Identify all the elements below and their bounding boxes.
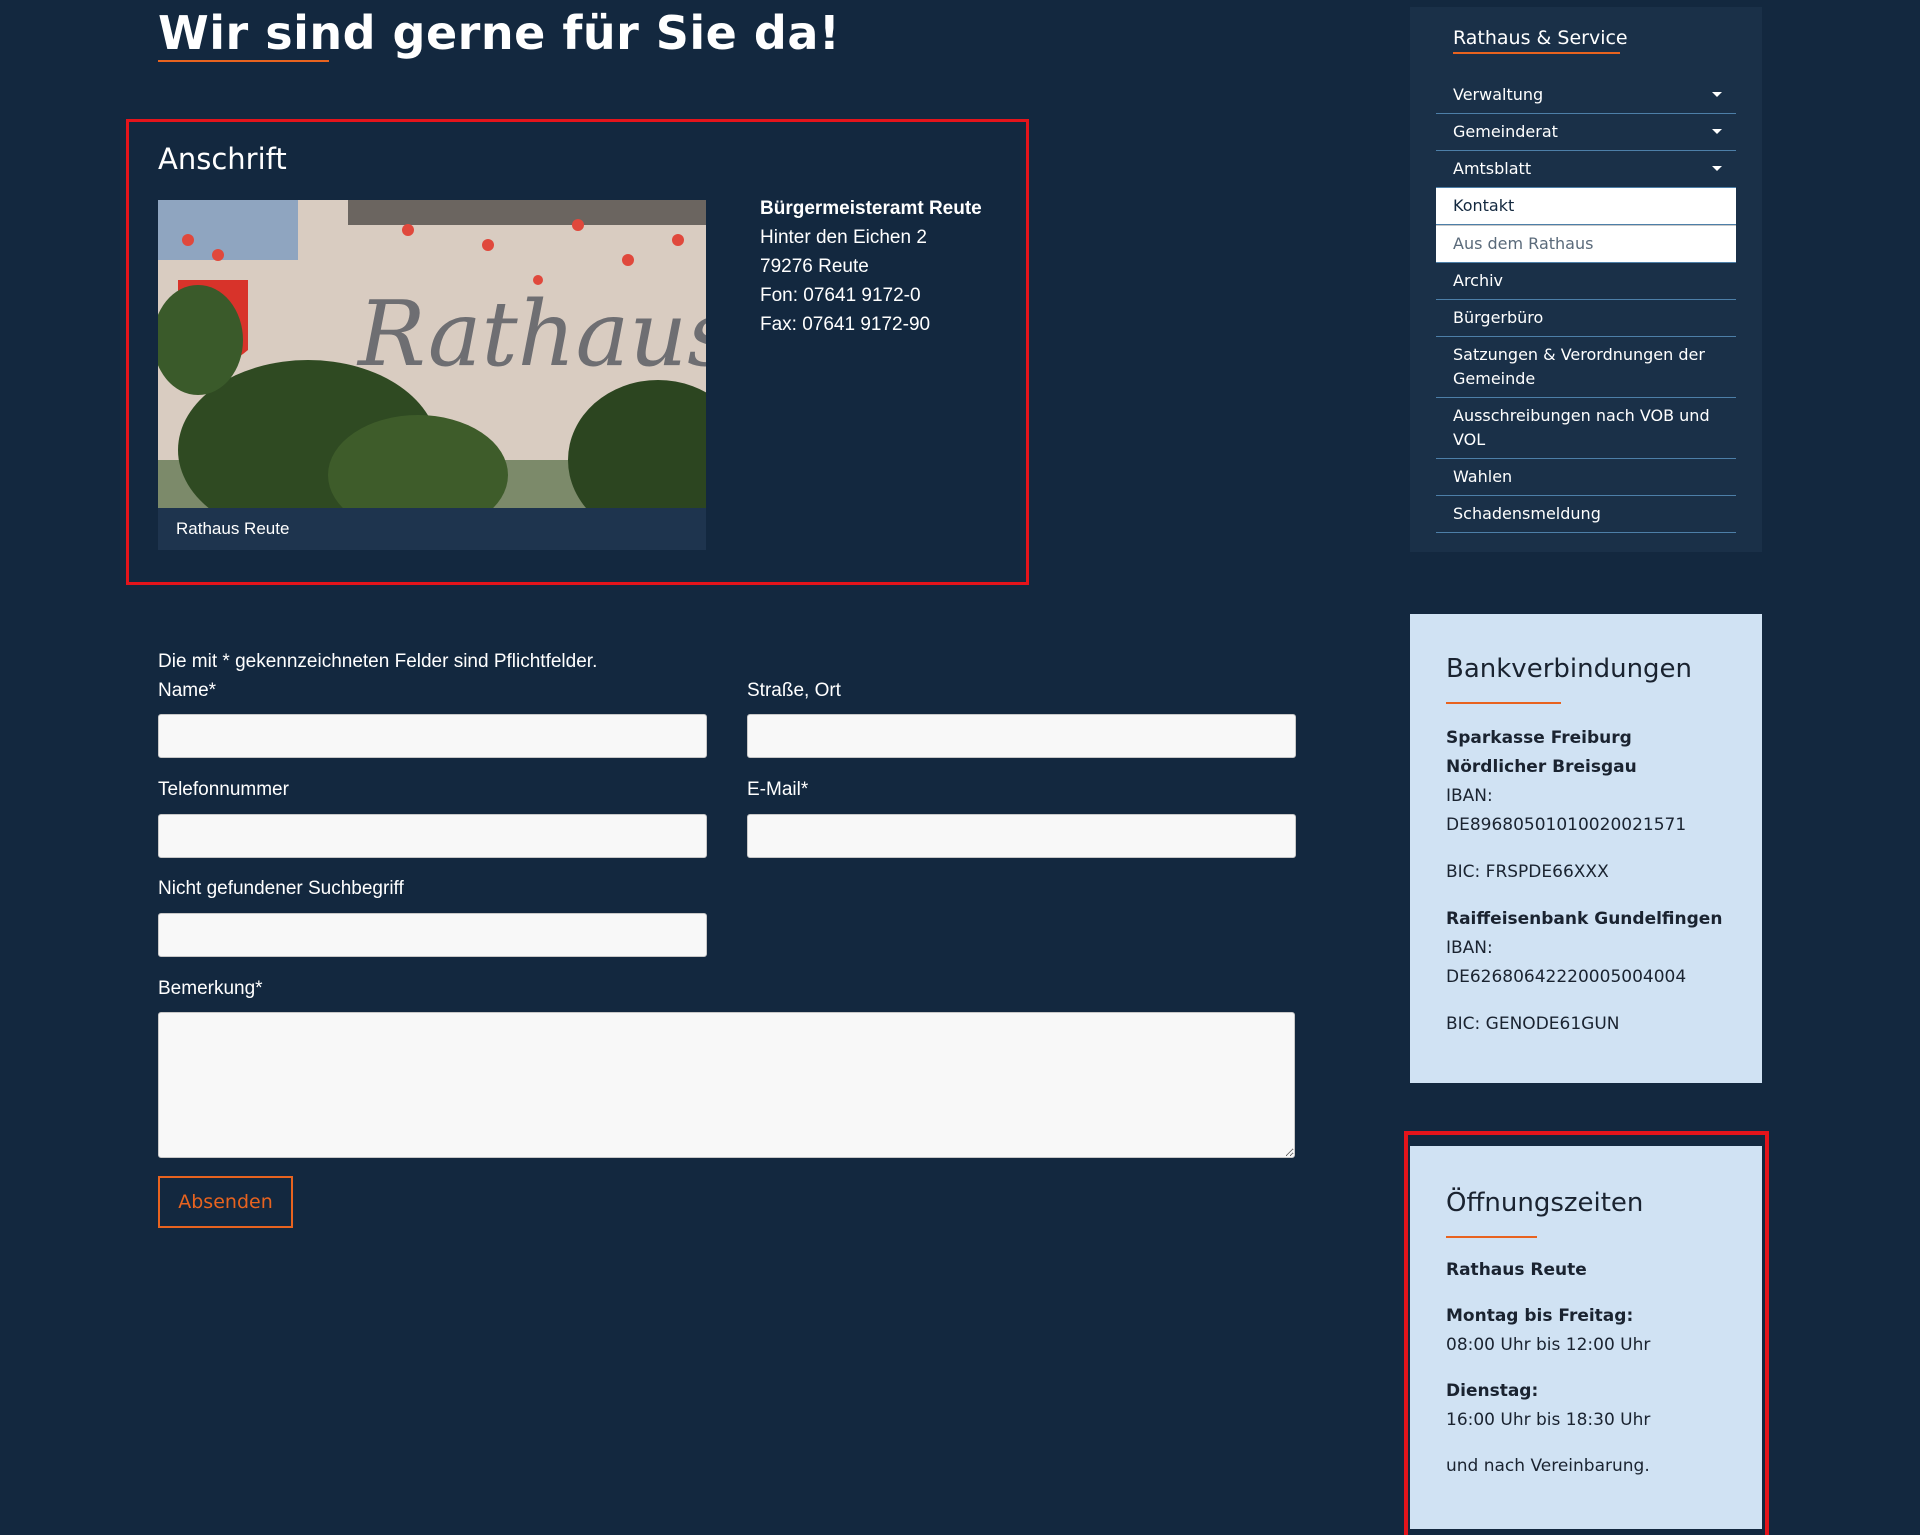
hours-content: Rathaus Reute Montag bis Freitag: 08:00 … [1446, 1256, 1736, 1481]
sidebar-item-label: Schadensmeldung [1453, 504, 1601, 523]
rathaus-photo: Rathaus [158, 200, 706, 508]
phone-label: Telefonnummer [158, 779, 289, 800]
bank-content: Sparkasse Freiburg Nördlicher Breisgau I… [1446, 724, 1736, 1039]
bank1-iban-label: IBAN: [1446, 786, 1493, 806]
bank2-iban-label: IBAN: [1446, 938, 1493, 958]
sidebar-item-wahlen[interactable]: Wahlen [1436, 459, 1736, 496]
hours-note: und nach Vereinbarung. [1446, 1456, 1650, 1476]
caret-down-icon[interactable] [1712, 129, 1722, 134]
hours-place: Rathaus Reute [1446, 1260, 1587, 1280]
address-name: Bürgermeisteramt Reute [760, 198, 982, 219]
sidebar-title[interactable]: Rathaus & Service [1453, 27, 1628, 49]
anschrift-box: Anschrift Rathaus Rathaus Reute Bürgerme… [126, 119, 1029, 585]
hours-heading: Öffnungszeiten [1446, 1188, 1644, 1218]
address-phone: Fon: 07641 9172-0 [760, 285, 921, 306]
remark-textarea[interactable] [158, 1012, 1295, 1158]
photo-caption: Rathaus Reute [158, 508, 706, 550]
email-label: E-Mail* [747, 779, 809, 800]
caret-down-icon[interactable] [1712, 166, 1722, 171]
remark-label: Bemerkung* [158, 978, 263, 999]
sidebar-item-label: Kontakt [1453, 196, 1515, 215]
sidebar-menu: Verwaltung Gemeinderat Amtsblatt Kontakt… [1436, 77, 1736, 533]
anschrift-heading: Anschrift [158, 142, 287, 176]
bank1-bic: BIC: FRSPDE66XXX [1446, 862, 1609, 882]
hours-day1: Montag bis Freitag: [1446, 1306, 1634, 1326]
sidebar-item-label: Verwaltung [1453, 85, 1544, 104]
street-input[interactable] [747, 714, 1296, 758]
sidebar-item-archiv[interactable]: Archiv [1436, 263, 1736, 300]
sidebar-item-gemeinderat[interactable]: Gemeinderat [1436, 114, 1736, 151]
sidebar-item-label: Wahlen [1453, 467, 1513, 486]
sidebar-item-buergerbuero[interactable]: Bürgerbüro [1436, 300, 1736, 337]
hours-time1: 08:00 Uhr bis 12:00 Uhr [1446, 1335, 1651, 1355]
sidebar-item-label: Ausschreibungen nach VOB und VOL [1453, 406, 1710, 449]
form-required-note: Die mit * gekennzeichneten Felder sind P… [158, 651, 598, 672]
bank-box: Bankverbindungen Sparkasse Freiburg Nörd… [1410, 614, 1762, 1083]
sidebar-item-kontakt[interactable]: Kontakt [1436, 188, 1736, 225]
sidebar-item-label: Amtsblatt [1453, 159, 1532, 178]
caret-down-icon[interactable] [1712, 92, 1722, 97]
sidebar-item-label: Aus dem Rathaus [1453, 234, 1594, 253]
hours-box: Öffnungszeiten Rathaus Reute Montag bis … [1410, 1146, 1762, 1529]
sidebar-item-label: Archiv [1453, 271, 1504, 290]
bank-heading: Bankverbindungen [1446, 654, 1693, 684]
hours-heading-underline [1446, 1236, 1537, 1238]
address-street: Hinter den Eichen 2 [760, 227, 927, 248]
bank2-iban: DE62680642220005004004 [1446, 967, 1687, 987]
bank1-name: Sparkasse Freiburg Nördlicher Breisgau [1446, 728, 1637, 777]
bank2-bic: BIC: GENODE61GUN [1446, 1014, 1620, 1034]
sidebar-title-underline [1453, 52, 1620, 54]
title-underline [158, 60, 329, 62]
bank-heading-underline [1446, 702, 1561, 704]
page-title: Wir sind gerne für Sie da! [158, 6, 841, 60]
sidebar-item-ausschreibungen[interactable]: Ausschreibungen nach VOB und VOL [1436, 398, 1736, 459]
sidebar-item-schadensmeldung[interactable]: Schadensmeldung [1436, 496, 1736, 533]
phone-input[interactable] [158, 814, 707, 858]
email-input[interactable] [747, 814, 1296, 858]
address-city: 79276 Reute [760, 256, 869, 277]
svg-text:Rathaus: Rathaus [356, 282, 706, 387]
hours-time2: 16:00 Uhr bis 18:30 Uhr [1446, 1410, 1651, 1430]
name-label: Name* [158, 680, 217, 701]
bank2-name: Raiffeisenbank Gundelfingen [1446, 909, 1723, 929]
sidebar-item-satzungen[interactable]: Satzungen & Verordnungen der Gemeinde [1436, 337, 1736, 398]
street-label: Straße, Ort [747, 680, 841, 701]
search-term-input[interactable] [158, 913, 707, 957]
address-block: Bürgermeisteramt Reute Hinter den Eichen… [760, 194, 982, 339]
address-fax: Fax: 07641 9172-90 [760, 314, 931, 335]
sidebar-nav: Rathaus & Service Verwaltung Gemeinderat… [1410, 7, 1762, 552]
bank1-iban: DE89680501010020021571 [1446, 815, 1687, 835]
sidebar-item-aus-dem-rathaus[interactable]: Aus dem Rathaus [1436, 225, 1736, 263]
sidebar-item-label: Bürgerbüro [1453, 308, 1544, 327]
sidebar-item-label: Gemeinderat [1453, 122, 1558, 141]
hours-day2: Dienstag: [1446, 1381, 1539, 1401]
search-term-label: Nicht gefundener Suchbegriff [158, 878, 404, 899]
sidebar-item-verwaltung[interactable]: Verwaltung [1436, 77, 1736, 114]
name-input[interactable] [158, 714, 707, 758]
sidebar-item-label: Satzungen & Verordnungen der Gemeinde [1453, 345, 1705, 388]
submit-button[interactable]: Absenden [158, 1176, 293, 1228]
sidebar-item-amtsblatt[interactable]: Amtsblatt [1436, 151, 1736, 188]
